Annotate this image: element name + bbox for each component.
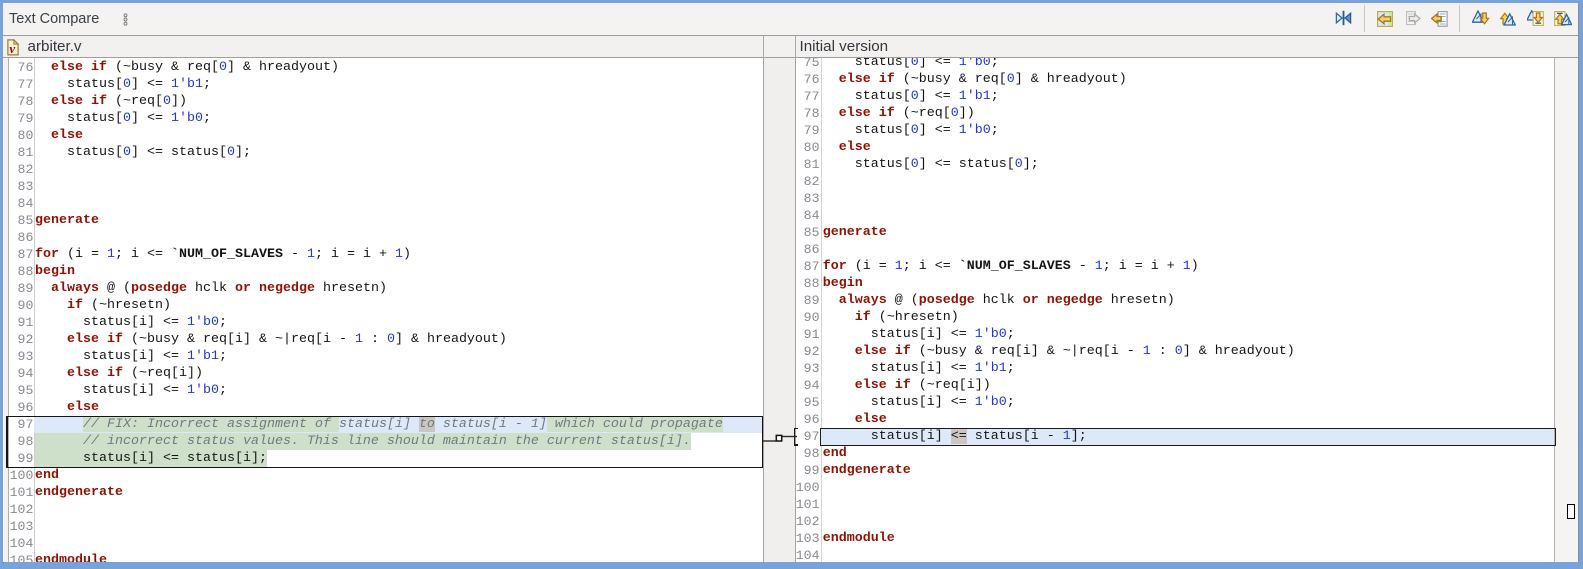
svg-text:v: v (9, 41, 15, 56)
